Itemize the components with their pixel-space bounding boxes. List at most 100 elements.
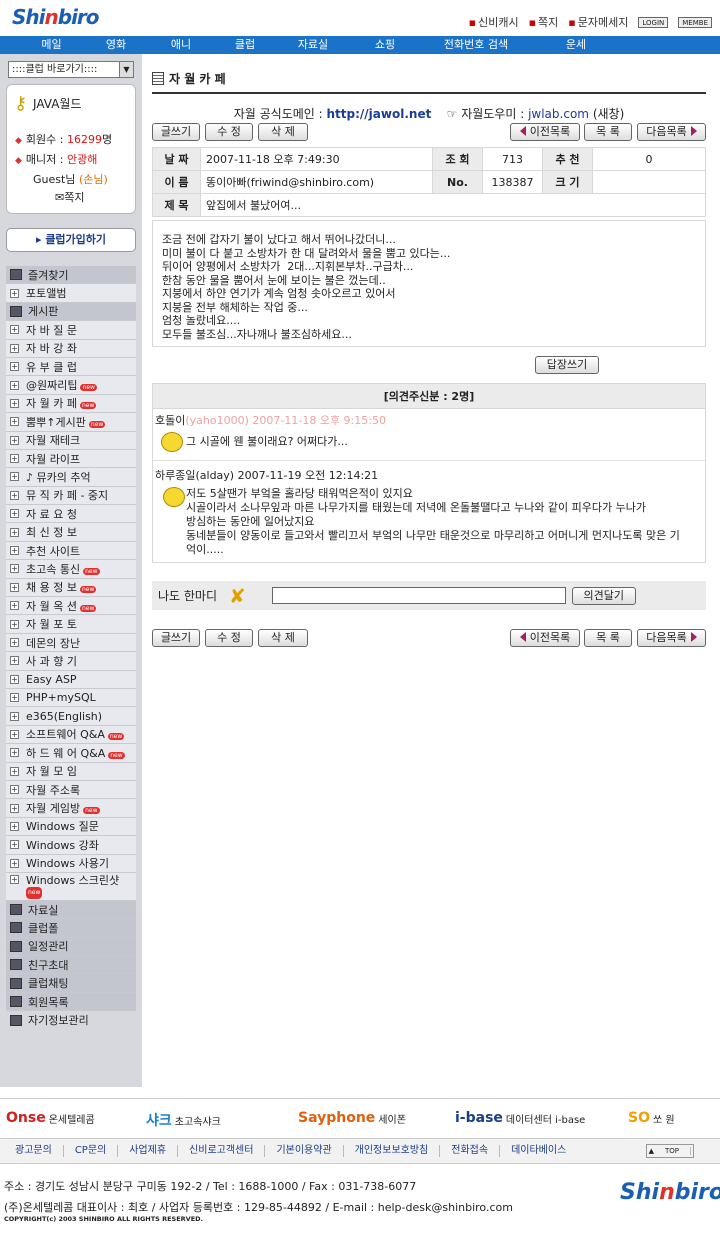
- partner-so-one[interactable]: SO 쏘 원: [628, 1110, 675, 1126]
- write-button-bottom[interactable]: 글쓰기: [152, 629, 200, 647]
- nav-club[interactable]: 클럽: [233, 36, 257, 54]
- sidebar-item-label: 데몬의 장난: [26, 636, 81, 650]
- sidebar-item-label: Windows 질문: [26, 820, 99, 834]
- partner-onse[interactable]: Onse 온세텔레콤: [6, 1110, 95, 1126]
- join-club-button[interactable]: ▸ 클럽가입하기: [6, 228, 136, 252]
- login-button[interactable]: LOGIN: [638, 16, 669, 28]
- sidebar-item-label: PHP+mySQL: [26, 691, 96, 705]
- edit-button[interactable]: 수 정: [205, 123, 253, 141]
- sidebar-item[interactable]: 클럽채팅: [6, 974, 136, 993]
- sidebar-item[interactable]: + 자 월 모 임: [6, 762, 136, 781]
- help-link[interactable]: jwlab.com: [528, 107, 589, 121]
- nav-fortune[interactable]: 운세: [551, 36, 601, 54]
- sidebar-item[interactable]: 클럽폴: [6, 919, 136, 938]
- memo-link[interactable]: ▪ 쪽지: [529, 14, 559, 30]
- left-arrow-icon: [519, 126, 526, 136]
- sidebar-item[interactable]: + 자 바 질 문: [6, 321, 136, 340]
- nav-movie[interactable]: 영화: [103, 36, 129, 54]
- sidebar-item[interactable]: 일정관리: [6, 937, 136, 957]
- next-list-button-bottom[interactable]: 다음목록: [637, 629, 706, 647]
- delete-button-bottom[interactable]: 삭 제: [258, 629, 308, 647]
- memo-link[interactable]: ✉쪽지: [55, 189, 84, 205]
- write-button[interactable]: 글쓰기: [152, 123, 200, 141]
- sidebar-item[interactable]: + @원짜리팁 new: [6, 376, 136, 395]
- member-button[interactable]: MEMBE: [678, 16, 712, 28]
- sidebar-item[interactable]: 자료실: [6, 900, 136, 920]
- cash-link[interactable]: ▪ 신비캐시: [469, 14, 519, 30]
- sidebar-item[interactable]: + 채 용 정 보 new: [6, 578, 136, 598]
- delete-button[interactable]: 삭 제: [258, 123, 308, 141]
- top-button[interactable]: ▲ TOP: [645, 1144, 694, 1158]
- chevron-down-icon[interactable]: ▼: [119, 62, 133, 77]
- sidebar-item[interactable]: + 하 드 웨 어 Q&A new: [6, 744, 136, 763]
- footer-link-database[interactable]: 데이타베이스: [500, 1145, 577, 1157]
- sidebar-item[interactable]: + 자 월 옥 션 new: [6, 597, 136, 616]
- sidebar-item[interactable]: + Windows 질문: [6, 817, 136, 837]
- sidebar-item[interactable]: + 뮤 직 카 페 - 중지: [6, 486, 136, 506]
- sidebar-item[interactable]: 자기정보관리: [6, 1011, 136, 1030]
- reply-button[interactable]: 답장쓰기: [535, 356, 599, 374]
- footer-link-ad[interactable]: 광고문의: [4, 1145, 64, 1157]
- footer-link-partnership[interactable]: 사업제휴: [118, 1145, 179, 1157]
- footer-link-cp[interactable]: CP문의: [64, 1145, 119, 1157]
- comment-input[interactable]: [271, 587, 566, 604]
- list-button-bottom[interactable]: 목 록: [584, 629, 632, 647]
- sidebar-item[interactable]: + 자월 재테크: [6, 431, 136, 450]
- sidebar-item[interactable]: + Windows 강좌: [6, 836, 136, 855]
- club-quick-select[interactable]: ::::클럽 바로가기:::: ▼: [8, 61, 134, 78]
- sidebar-item[interactable]: 즐겨찾기: [6, 266, 136, 285]
- sidebar-item[interactable]: 회원목록: [6, 992, 136, 1012]
- sidebar-item[interactable]: + 추천 사이트: [6, 541, 136, 561]
- next-list-button[interactable]: 다음목록: [637, 123, 706, 141]
- sidebar-item[interactable]: + 자 월 카 페 new: [6, 394, 136, 414]
- sidebar-item[interactable]: + 뿜뿌↑게시판 new: [6, 413, 136, 432]
- sidebar-item[interactable]: + 사 과 향 기: [6, 652, 136, 671]
- plus-icon: +: [10, 601, 19, 611]
- footer-shinbiro-logo[interactable]: Shinbiro: [620, 1180, 720, 1205]
- plus-icon: +: [10, 417, 19, 427]
- footer-link-privacy[interactable]: 개인정보보호방침: [344, 1145, 441, 1157]
- list-button[interactable]: 목 록: [584, 123, 632, 141]
- partner-ibase[interactable]: i-base 데이터센터 i-base: [455, 1110, 585, 1126]
- sidebar-item[interactable]: + 자 료 요 청: [6, 505, 136, 524]
- footer-link-dialup[interactable]: 전화접속: [440, 1145, 501, 1157]
- partner-shark[interactable]: 샤크 초고속샤크: [146, 1110, 221, 1130]
- sidebar-item[interactable]: + Easy ASP: [6, 670, 136, 689]
- nav-files[interactable]: 자료실: [257, 36, 369, 54]
- author-name[interactable]: 똥이아빠(friwind@shinbiro.com): [200, 170, 433, 194]
- footer-link-terms[interactable]: 기본이용약관: [265, 1145, 344, 1157]
- top-links: ▪ 신비캐시 ▪ 쪽지 ▪ 문자메세지 LOGIN MEMBE: [469, 14, 712, 30]
- sidebar-item[interactable]: + 최 신 정 보: [6, 523, 136, 542]
- sidebar-item[interactable]: + 자 월 포 토: [6, 615, 136, 634]
- prev-list-button[interactable]: 이전목록: [510, 123, 580, 141]
- sidebar-item[interactable]: + 포토앨범: [6, 284, 136, 303]
- sidebar-item[interactable]: + 초고속 통신 new: [6, 560, 136, 579]
- nav-anime[interactable]: 애니: [129, 36, 233, 54]
- sidebar-item-label: 자 바 강 좌: [26, 342, 77, 356]
- sms-link[interactable]: ▪ 문자메세지: [568, 14, 628, 30]
- sidebar-item[interactable]: + ♪ 뮤카의 추억: [6, 468, 136, 487]
- nav-phone-search[interactable]: 전화번호 검색: [401, 36, 551, 54]
- sidebar-item[interactable]: 게시판: [6, 302, 136, 322]
- sidebar-item[interactable]: + 자 바 강 좌: [6, 339, 136, 358]
- sidebar-item[interactable]: + 소프트웨어 Q&A new: [6, 725, 136, 745]
- sidebar-item[interactable]: + 자월 주소록: [6, 780, 136, 800]
- sidebar-item[interactable]: + 자월 라이프: [6, 449, 136, 469]
- sidebar-item[interactable]: + 유 부 클 럽: [6, 357, 136, 377]
- add-comment-button[interactable]: 의견달기: [571, 586, 636, 605]
- sidebar-item[interactable]: + Windows 스크린샷 new: [6, 872, 136, 901]
- nav-mail[interactable]: 메일: [0, 36, 103, 54]
- domain-link[interactable]: http://jawol.net: [327, 107, 432, 121]
- footer-link-support[interactable]: 신비로고객센터: [178, 1145, 266, 1157]
- sidebar-item[interactable]: 친구초대: [6, 956, 136, 975]
- prev-list-button-bottom[interactable]: 이전목록: [510, 629, 580, 647]
- edit-button-bottom[interactable]: 수 정: [205, 629, 253, 647]
- partner-sayphone[interactable]: Sayphone 세이폰: [298, 1110, 406, 1126]
- sidebar-item[interactable]: + 데몬의 장난: [6, 633, 136, 653]
- sidebar-item[interactable]: + Windows 사용기: [6, 854, 136, 873]
- sidebar-item[interactable]: + 자월 게임방 new: [6, 799, 136, 818]
- nav-shop[interactable]: 쇼핑: [369, 36, 401, 54]
- sidebar-item[interactable]: + PHP+mySQL: [6, 688, 136, 708]
- shinbiro-logo[interactable]: Shinbiro: [12, 5, 100, 29]
- sidebar-item[interactable]: + e365(English): [6, 707, 136, 726]
